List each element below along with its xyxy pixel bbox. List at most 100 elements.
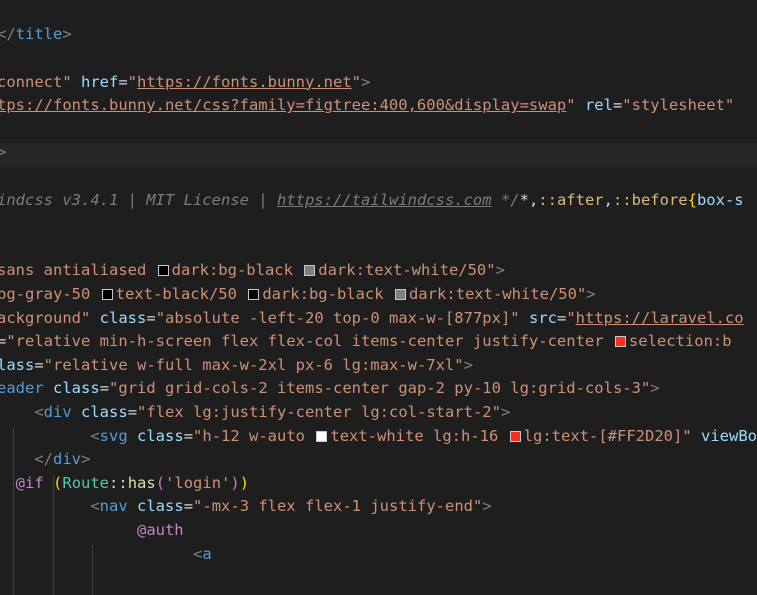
code-line[interactable]: <nav class="-mx-3 flex flex-1 justify-en… bbox=[0, 495, 492, 519]
code-token: = bbox=[118, 72, 128, 91]
code-token: " bbox=[566, 96, 576, 115]
code-token: > bbox=[650, 379, 660, 398]
code-token: "h-12 w-auto bbox=[193, 426, 315, 445]
code-token: connect" bbox=[0, 72, 72, 91]
code-token: > bbox=[361, 72, 371, 91]
code-token: Route bbox=[62, 473, 110, 492]
code-token: @if bbox=[15, 473, 44, 492]
color-swatch[interactable] bbox=[316, 430, 328, 442]
code-line[interactable]: <svg class="h-12 w-auto text-white lg:h-… bbox=[0, 425, 757, 449]
code-token: src bbox=[528, 308, 557, 327]
code-token: ::after bbox=[538, 190, 604, 209]
code-line[interactable]: ="relative min-h-screen flex flex-col it… bbox=[0, 330, 732, 354]
code-token: lg:text-[#FF2D20]" bbox=[523, 426, 692, 445]
code-line[interactable]: </title> bbox=[0, 23, 72, 47]
code-token: " bbox=[351, 72, 361, 91]
color-swatch[interactable] bbox=[614, 336, 626, 348]
code-token: ::before bbox=[612, 190, 688, 209]
code-line[interactable]: ackground" class="absolute -left-20 top-… bbox=[0, 307, 744, 331]
code-token: = bbox=[127, 403, 138, 421]
code-token: </ bbox=[34, 450, 53, 469]
code-token: class bbox=[137, 497, 184, 516]
code-line[interactable]: @if (Route::has('login')) bbox=[0, 472, 249, 496]
code-token: > bbox=[62, 25, 72, 44]
code-token: "grid grid-cols-2 items-center gap-2 py-… bbox=[109, 379, 651, 398]
code-token: { bbox=[687, 190, 697, 209]
code-token: nav bbox=[99, 497, 128, 516]
color-swatch[interactable] bbox=[248, 289, 260, 300]
code-token: text-white lg:h-16 bbox=[330, 426, 508, 445]
code-token: > bbox=[0, 143, 7, 162]
code-token: "relative w-full max-w-2xl px-6 lg:max-w… bbox=[43, 355, 464, 374]
code-token: svg bbox=[99, 426, 128, 445]
code-token: "stylesheet" bbox=[622, 96, 735, 115]
color-swatch[interactable] bbox=[509, 430, 521, 442]
code-token: div bbox=[53, 450, 81, 469]
code-token: = bbox=[146, 308, 156, 327]
code-token: a bbox=[202, 544, 212, 563]
code-token: indcss v3.4.1 | MIT License | bbox=[0, 190, 277, 209]
code-line[interactable]: tps://fonts.bunny.net/css?family=figtree… bbox=[0, 94, 734, 118]
code-token: title bbox=[15, 25, 63, 44]
code-line[interactable]: bg-gray-50 text-black/50 dark:bg-black d… bbox=[0, 283, 596, 307]
code-token: > bbox=[495, 261, 505, 280]
code-token: ( bbox=[155, 473, 166, 492]
code-token: https://tailwindcss.com bbox=[276, 190, 492, 209]
code-token: ackground" bbox=[0, 308, 91, 327]
color-swatch[interactable] bbox=[101, 289, 113, 300]
code-token: lass bbox=[0, 355, 35, 374]
code-token: ) bbox=[239, 473, 250, 492]
code-token: < bbox=[90, 426, 100, 445]
code-token: has bbox=[127, 473, 156, 492]
code-line[interactable]: <div class="flex lg:justify-center lg:co… bbox=[0, 401, 510, 425]
code-token: > bbox=[586, 285, 596, 303]
code-token: */ bbox=[491, 190, 520, 209]
code-token: = bbox=[556, 308, 567, 327]
code-token: </ bbox=[0, 25, 16, 44]
code-line[interactable]: lass="relative w-full max-w-2xl px-6 lg:… bbox=[0, 354, 473, 378]
color-swatch[interactable] bbox=[157, 265, 169, 277]
code-token: > bbox=[482, 497, 492, 516]
code-token: text-black/50 bbox=[115, 285, 247, 303]
code-token: bg-gray-50 bbox=[0, 285, 100, 303]
code-editor[interactable]: </title> connect" href="https://fonts.bun… bbox=[0, 0, 757, 595]
code-token: @auth bbox=[136, 521, 184, 539]
code-token: < bbox=[34, 403, 44, 421]
code-line[interactable]: eader class="grid grid-cols-2 items-cent… bbox=[0, 377, 660, 401]
code-token: dark:bg-black bbox=[171, 261, 303, 280]
code-token: div bbox=[43, 403, 72, 421]
code-line[interactable]: > bbox=[0, 141, 6, 165]
code-line[interactable]: @auth bbox=[0, 519, 184, 543]
code-token: "flex lg:justify-center lg:col-start-2" bbox=[137, 403, 501, 421]
code-token: "absolute -left-20 top-0 max-w-[877px]" bbox=[155, 308, 520, 327]
code-line[interactable]: </div> bbox=[0, 448, 90, 472]
code-token: = bbox=[183, 497, 194, 516]
code-line[interactable]: indcss v3.4.1 | MIT License | https://ta… bbox=[0, 189, 744, 213]
code-line[interactable]: <a bbox=[0, 543, 212, 567]
code-token: " bbox=[127, 72, 138, 91]
code-token: https://laravel.co bbox=[575, 308, 744, 327]
code-line[interactable]: sans antialiased dark:bg-black dark:text… bbox=[0, 259, 505, 283]
code-line[interactable]: connect" href="https://fonts.bunny.net"> bbox=[0, 71, 370, 95]
code-token: tps://fonts.bunny.net/css?family=figtree… bbox=[0, 96, 567, 115]
code-token: https://fonts.bunny.net bbox=[137, 72, 352, 91]
code-token: ) bbox=[230, 473, 240, 492]
color-swatch[interactable] bbox=[394, 289, 406, 300]
code-token: " bbox=[566, 308, 576, 327]
color-swatch[interactable] bbox=[304, 265, 316, 277]
code-token: box-s bbox=[696, 190, 744, 209]
code-token: class bbox=[53, 379, 100, 398]
code-token: > bbox=[500, 403, 511, 421]
code-token: "-mx-3 flex flex-1 justify-end" bbox=[193, 497, 483, 516]
